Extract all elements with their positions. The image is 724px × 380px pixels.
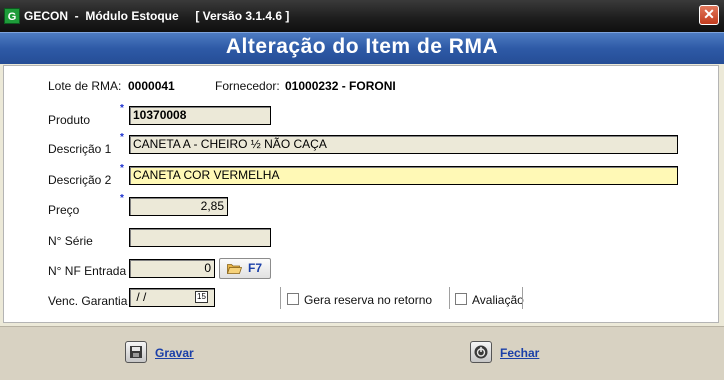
n-serie-field[interactable] — [129, 228, 271, 247]
gravar-label: Gravar — [155, 346, 194, 360]
gecon-app-icon: G — [4, 8, 20, 24]
lote-rma-value: 0000041 — [128, 79, 175, 93]
n-serie-label: N° Série — [48, 234, 93, 248]
folder-open-icon — [227, 264, 242, 274]
fornecedor-value: 01000232 - FORONI — [285, 79, 396, 93]
fechar-label: Fechar — [500, 346, 540, 360]
footer-toolbar: Gravar Fechar — [0, 326, 724, 380]
lote-rma-label: Lote de RMA: — [48, 79, 122, 93]
preco-field[interactable]: 2,85 — [129, 197, 228, 216]
venc-garantia-label: Venc. Garantia — [48, 294, 128, 308]
descricao2-label: Descrição 2 — [48, 173, 112, 187]
title-bar[interactable]: G GECON - Módulo Estoque [ Versão 3.1.4.… — [0, 0, 724, 32]
descricao1-required-marker: * — [120, 132, 124, 143]
gera-reserva-checkbox[interactable] — [287, 293, 299, 305]
gravar-button[interactable]: Gravar — [125, 341, 205, 367]
preco-required-marker: * — [120, 193, 124, 204]
nf-entrada-field[interactable]: 0 — [129, 259, 215, 278]
close-window-button[interactable]: ✕ — [699, 5, 719, 25]
produto-field[interactable]: 10370008 — [129, 106, 271, 125]
descricao2-required-marker: * — [120, 163, 124, 174]
divider — [449, 287, 450, 309]
preco-label: Preço — [48, 203, 80, 217]
f7-label: F7 — [248, 261, 263, 275]
form-header: Alteração do Item de RMA — [0, 32, 724, 64]
nf-lookup-f7-button[interactable]: F7 — [219, 258, 271, 279]
avaliacao-label: Avaliação — [472, 293, 524, 307]
form-panel — [3, 65, 719, 323]
produto-label: Produto — [48, 113, 91, 127]
power-exit-icon — [470, 341, 492, 363]
avaliacao-checkbox[interactable] — [455, 293, 467, 305]
fornecedor-label: Fornecedor: — [215, 79, 280, 93]
rma-item-edit-window: G GECON - Módulo Estoque [ Versão 3.1.4.… — [0, 0, 724, 380]
gera-reserva-label: Gera reserva no retorno — [304, 293, 433, 307]
calendar-icon[interactable]: 15 — [195, 291, 208, 303]
descricao1-field[interactable]: CANETA A - CHEIRO ½ NÃO CAÇA — [129, 135, 678, 154]
form-title: Alteração do Item de RMA — [225, 35, 499, 58]
window-title: GECON - Módulo Estoque [ Versão 3.1.4.6 … — [24, 9, 290, 23]
descricao1-label: Descrição 1 — [48, 142, 112, 156]
save-disk-icon — [125, 341, 147, 363]
divider — [522, 287, 523, 309]
nf-entrada-label: N° NF Entrada — [48, 264, 127, 278]
produto-required-marker: * — [120, 103, 124, 114]
descricao2-field[interactable]: CANETA COR VERMELHA — [129, 166, 678, 185]
fechar-button[interactable]: Fechar — [470, 341, 550, 367]
divider — [280, 287, 281, 309]
